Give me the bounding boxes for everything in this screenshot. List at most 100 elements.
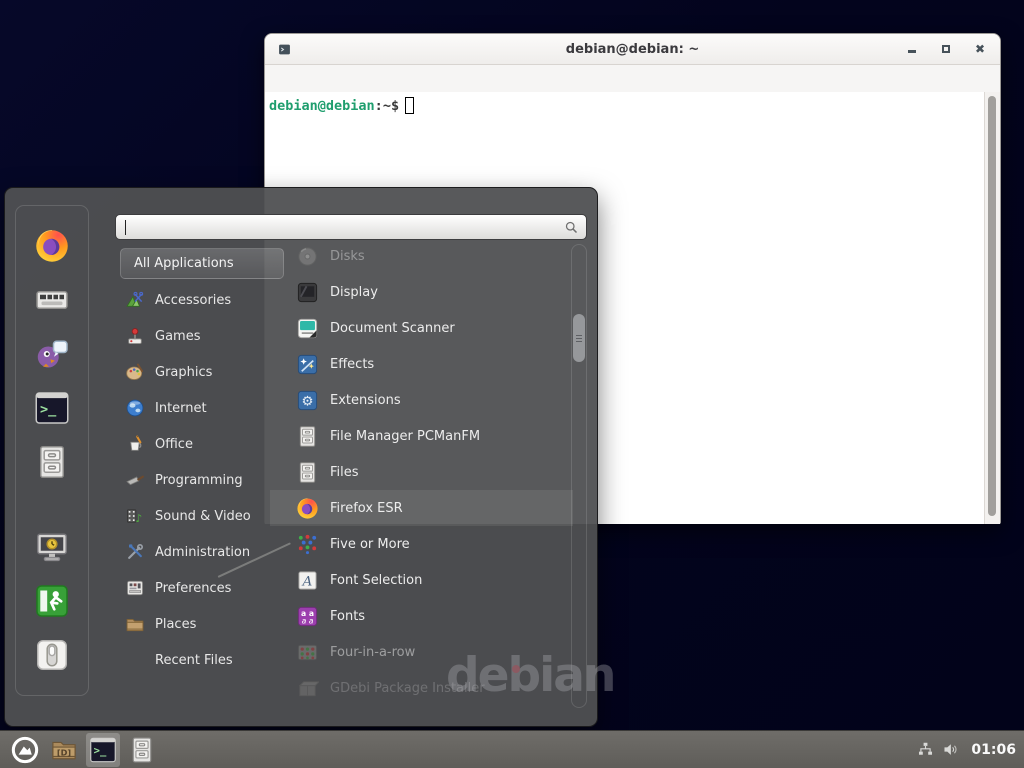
favorite-log-out[interactable] — [34, 583, 70, 619]
category-row[interactable]: Accessories — [120, 282, 284, 318]
category-row[interactable]: Preferences — [120, 570, 284, 606]
app-label: Effects — [330, 357, 374, 372]
app-row[interactable]: Disks — [270, 238, 573, 274]
menubar-item[interactable] — [329, 76, 349, 82]
minimize-button[interactable] — [906, 43, 918, 55]
lock-screen-icon — [34, 529, 70, 565]
app-row[interactable]: Extensions — [270, 382, 573, 418]
category-label: Sound & Video — [155, 509, 251, 524]
app-row[interactable]: Font Selection — [270, 562, 573, 598]
category-row[interactable]: Internet — [120, 390, 284, 426]
taskbar-item-menu-button[interactable] — [8, 733, 42, 767]
category-row[interactable]: Recent Files — [120, 642, 284, 678]
app-label: File Manager PCManFM — [330, 429, 480, 444]
folder-d-icon — [50, 736, 78, 764]
category-row[interactable]: Administration — [120, 534, 284, 570]
category-label: Recent Files — [155, 653, 233, 668]
favorite-terminal[interactable] — [34, 390, 70, 426]
tray-icon-network[interactable] — [917, 741, 934, 758]
taskbar-item-terminal-task[interactable] — [86, 733, 120, 767]
menu-scrollbar[interactable] — [571, 244, 587, 708]
desktop-background: debian@debian: ~ ✖ debian@debian:~$ debi… — [0, 0, 1024, 768]
application-menu: All Applications Accessories Games Graph… — [4, 187, 598, 727]
terminal-titlebar[interactable]: debian@debian: ~ ✖ — [265, 34, 1000, 65]
category-label: Office — [155, 437, 193, 452]
app-row[interactable]: Fonts — [270, 598, 573, 634]
favorite-pidgin[interactable] — [34, 336, 70, 372]
clock[interactable]: 01:06 — [971, 742, 1016, 758]
app-label: Document Scanner — [330, 321, 455, 336]
app-row[interactable]: Four-in-a-row — [270, 634, 573, 670]
app-label: Four-in-a-row — [330, 645, 415, 660]
favorite-firefox[interactable] — [34, 228, 70, 264]
app-row[interactable]: Display — [270, 274, 573, 310]
category-label: Internet — [155, 401, 207, 416]
app-row[interactable]: Five or More — [270, 526, 573, 562]
display-icon — [296, 281, 319, 304]
app-label: Five or More — [330, 537, 410, 552]
category-row[interactable]: All Applications — [120, 248, 284, 279]
terminal-scrollbar-thumb[interactable] — [988, 96, 996, 516]
gdebi-icon — [296, 677, 319, 700]
category-list: All Applications Accessories Games Graph… — [120, 246, 284, 678]
search-input[interactable] — [115, 214, 587, 240]
category-row[interactable]: Programming — [120, 462, 284, 498]
keyboard-icon — [34, 282, 70, 318]
app-row[interactable]: Firefox ESR — [270, 490, 573, 526]
menu-scrollbar-thumb[interactable] — [573, 314, 585, 362]
five-or-more-icon — [296, 533, 319, 556]
favorite-shutdown[interactable] — [34, 637, 70, 673]
sound-video-icon — [125, 506, 145, 526]
tray-icon-volume[interactable] — [942, 741, 959, 758]
category-row[interactable]: Office — [120, 426, 284, 462]
menubar-item[interactable] — [269, 76, 289, 82]
menubar-item[interactable] — [349, 76, 369, 82]
application-list: Disks Display Document Scanner Effects E… — [270, 238, 573, 706]
close-button[interactable]: ✖ — [974, 43, 986, 55]
places-icon — [125, 614, 145, 634]
category-row[interactable]: Games — [120, 318, 284, 354]
app-label: Extensions — [330, 393, 401, 408]
shell-prompt: debian@debian:~$ — [265, 92, 1000, 114]
effects-icon — [296, 353, 319, 376]
office-icon — [125, 434, 145, 454]
terminal-scrollbar[interactable] — [984, 92, 1000, 524]
font-selection-icon — [296, 569, 319, 592]
category-label: Accessories — [155, 293, 231, 308]
preferences-icon — [125, 578, 145, 598]
maximize-button[interactable] — [940, 43, 952, 55]
app-row[interactable]: File Manager PCManFM — [270, 418, 573, 454]
system-tray: 01:06 — [917, 741, 1016, 758]
favorite-file-manager[interactable] — [34, 444, 70, 480]
window-title: debian@debian: ~ — [265, 42, 1000, 57]
administration-icon — [125, 542, 145, 562]
favorite-keyboard[interactable] — [34, 282, 70, 318]
app-label: Disks — [330, 249, 365, 264]
app-row[interactable]: Effects — [270, 346, 573, 382]
category-row[interactable]: Places — [120, 606, 284, 642]
category-label: Preferences — [155, 581, 231, 596]
menubar-item[interactable] — [309, 76, 329, 82]
app-label: GDebi Package Installer — [330, 681, 485, 696]
menubar-item[interactable] — [369, 76, 389, 82]
firefox-icon — [296, 497, 319, 520]
accessories-icon — [125, 290, 145, 310]
games-icon — [125, 326, 145, 346]
graphics-icon — [125, 362, 145, 382]
taskbar: 01:06 — [0, 730, 1024, 768]
category-row[interactable]: Graphics — [120, 354, 284, 390]
network-icon — [917, 741, 934, 758]
app-row[interactable]: Document Scanner — [270, 310, 573, 346]
app-row[interactable]: Files — [270, 454, 573, 490]
menubar-item[interactable] — [289, 76, 309, 82]
terminal-app-icon — [89, 736, 117, 764]
terminal-app-icon — [34, 390, 70, 426]
terminal-window-icon — [278, 43, 291, 56]
taskbar-item-file-manager-task[interactable] — [125, 733, 159, 767]
prompt-user-host: debian@debian — [269, 98, 375, 114]
category-row[interactable]: Sound & Video — [120, 498, 284, 534]
app-row[interactable]: GDebi Package Installer — [270, 670, 573, 706]
favorite-lock-screen[interactable] — [34, 529, 70, 565]
search-icon — [564, 220, 579, 235]
taskbar-item-desktop-folder[interactable] — [47, 733, 81, 767]
